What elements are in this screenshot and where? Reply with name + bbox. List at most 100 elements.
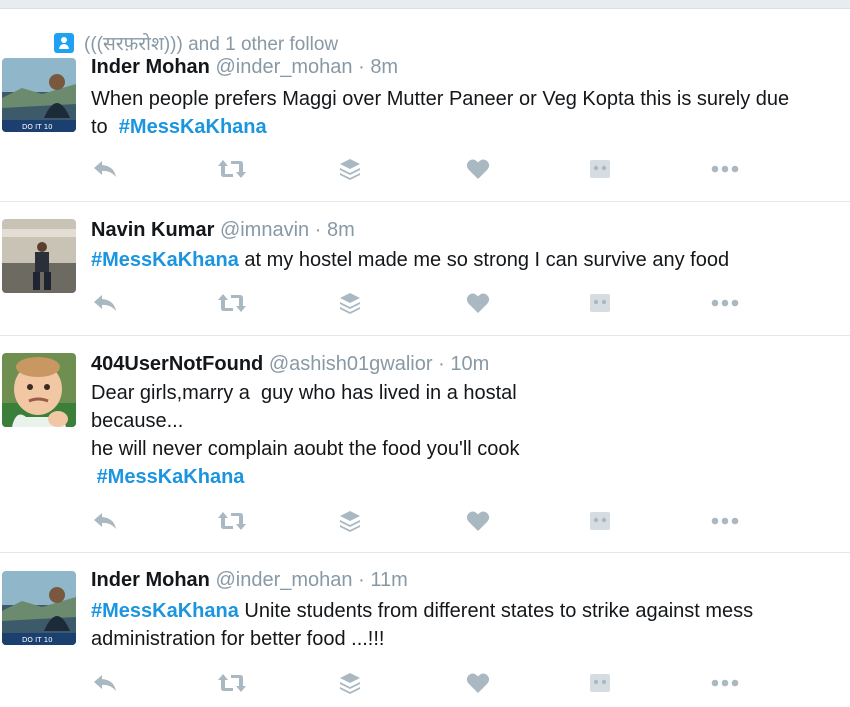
tweet-actions [0, 154, 850, 184]
social-context-text: (((सरफ़रोश))) and 1 other follow [84, 34, 339, 55]
tweet-actions [0, 506, 850, 536]
reply-button[interactable] [90, 154, 120, 184]
like-icon [466, 673, 490, 693]
like-icon [466, 159, 490, 179]
hashtag-link[interactable]: #MessKaKhana [119, 116, 267, 138]
follow-person-icon [54, 33, 74, 53]
author-handle[interactable]: @ashish01gwalior [269, 353, 433, 375]
tweet-header: Navin Kumar @imnavin · 8m [91, 219, 355, 242]
dm-icon [590, 160, 610, 178]
timestamp[interactable]: 10m [450, 353, 489, 375]
tweet-actions [0, 288, 850, 318]
timestamp[interactable]: 8m [370, 56, 398, 78]
avatar-caption: DO IT 10 [22, 123, 53, 131]
stack-button[interactable] [335, 154, 365, 184]
tweet-text: #MessKaKhana at my hostel made me so str… [91, 246, 729, 274]
tweet[interactable]: DO IT 10 Inder Mohan @inder_mohan · 11m … [0, 553, 850, 707]
tweet-line: because... [91, 410, 184, 432]
reply-button[interactable] [90, 668, 120, 698]
author-handle[interactable]: @imnavin [220, 219, 309, 241]
author-name[interactable]: Navin Kumar [91, 219, 214, 241]
stack-icon [340, 511, 360, 532]
tweet-actions [0, 668, 850, 698]
author-name[interactable]: 404UserNotFound [91, 353, 263, 375]
like-icon [466, 511, 490, 531]
author-handle[interactable]: @inder_mohan [215, 56, 352, 78]
hashtag-link[interactable]: #MessKaKhana [91, 249, 239, 271]
stack-icon [340, 293, 360, 314]
retweet-button[interactable] [217, 288, 247, 318]
like-button[interactable] [463, 668, 493, 698]
more-button[interactable] [710, 154, 740, 184]
dm-icon [590, 294, 610, 312]
tweet-line: administration for better food ...!!! [91, 628, 385, 650]
tweet-text: #MessKaKhana Unite students from differe… [91, 597, 753, 653]
more-icon [711, 517, 739, 525]
stack-button[interactable] [335, 288, 365, 318]
timestamp[interactable]: 11m [370, 569, 407, 591]
tweet[interactable]: Navin Kumar @imnavin · 8m #MessKaKhana a… [0, 202, 850, 336]
tweet-line: Dear girls,marry a guy who has lived in … [91, 382, 517, 404]
dm-icon [590, 512, 610, 530]
more-icon [711, 679, 739, 687]
stack-icon [340, 159, 360, 180]
social-context[interactable]: (((सरफ़रोश))) and 1 other follow [54, 31, 338, 55]
like-icon [466, 293, 490, 313]
avatar-caption: DO IT 10 [22, 636, 53, 644]
timeline-top-bar [0, 0, 850, 9]
reply-icon [94, 161, 116, 177]
hashtag-link[interactable]: #MessKaKhana [97, 466, 245, 488]
stack-button[interactable] [335, 668, 365, 698]
separator: · [358, 56, 365, 78]
reply-icon [94, 295, 116, 311]
stack-button[interactable] [335, 506, 365, 536]
reply-button[interactable] [90, 506, 120, 536]
reply-icon [94, 513, 116, 529]
retweet-icon [218, 512, 246, 530]
tweet-text: Dear girls,marry a guy who has lived in … [91, 379, 520, 491]
stack-icon [340, 673, 360, 694]
tweet[interactable]: (((सरफ़रोश))) and 1 other follow DO IT 1… [0, 9, 850, 202]
dm-button[interactable] [585, 506, 615, 536]
retweet-icon [218, 294, 246, 312]
avatar[interactable]: DO IT 10 [2, 58, 76, 132]
reply-button[interactable] [90, 288, 120, 318]
retweet-icon [218, 160, 246, 178]
like-button[interactable] [463, 288, 493, 318]
dm-icon [590, 674, 610, 692]
author-handle[interactable]: @inder_mohan [215, 569, 352, 591]
separator: · [358, 569, 365, 591]
timestamp[interactable]: 8m [327, 219, 355, 241]
tweet-line-suffix: Unite students from different states to … [238, 600, 754, 622]
dm-button[interactable] [585, 288, 615, 318]
tweet-line: When people prefers Maggi over Mutter Pa… [91, 88, 790, 110]
like-button[interactable] [463, 506, 493, 536]
tweet-header: 404UserNotFound @ashish01gwalior · 10m [91, 353, 489, 376]
retweet-button[interactable] [217, 506, 247, 536]
more-button[interactable] [710, 668, 740, 698]
avatar[interactable] [2, 353, 76, 427]
more-button[interactable] [710, 288, 740, 318]
more-icon [711, 165, 739, 173]
avatar[interactable]: DO IT 10 [2, 571, 76, 645]
tweet-line-suffix: at my hostel made me so strong I can sur… [238, 249, 730, 271]
retweet-button[interactable] [217, 154, 247, 184]
more-icon [711, 299, 739, 307]
retweet-button[interactable] [217, 668, 247, 698]
dm-button[interactable] [585, 154, 615, 184]
separator: · [438, 353, 445, 375]
retweet-icon [218, 674, 246, 692]
more-button[interactable] [710, 506, 740, 536]
tweet-text: When people prefers Maggi over Mutter Pa… [91, 85, 789, 141]
tweet-header: Inder Mohan @inder_mohan · 11m [91, 569, 408, 592]
tweet-line: he will never complain aoubt the food yo… [91, 438, 520, 460]
tweet[interactable]: 404UserNotFound @ashish01gwalior · 10m D… [0, 336, 850, 553]
hashtag-link[interactable]: #MessKaKhana [91, 600, 239, 622]
author-name[interactable]: Inder Mohan [91, 56, 210, 78]
author-name[interactable]: Inder Mohan [91, 569, 210, 591]
avatar[interactable] [2, 219, 76, 293]
dm-button[interactable] [585, 668, 615, 698]
tweet-line-prefix: to [91, 116, 119, 138]
like-button[interactable] [463, 154, 493, 184]
reply-icon [94, 675, 116, 691]
